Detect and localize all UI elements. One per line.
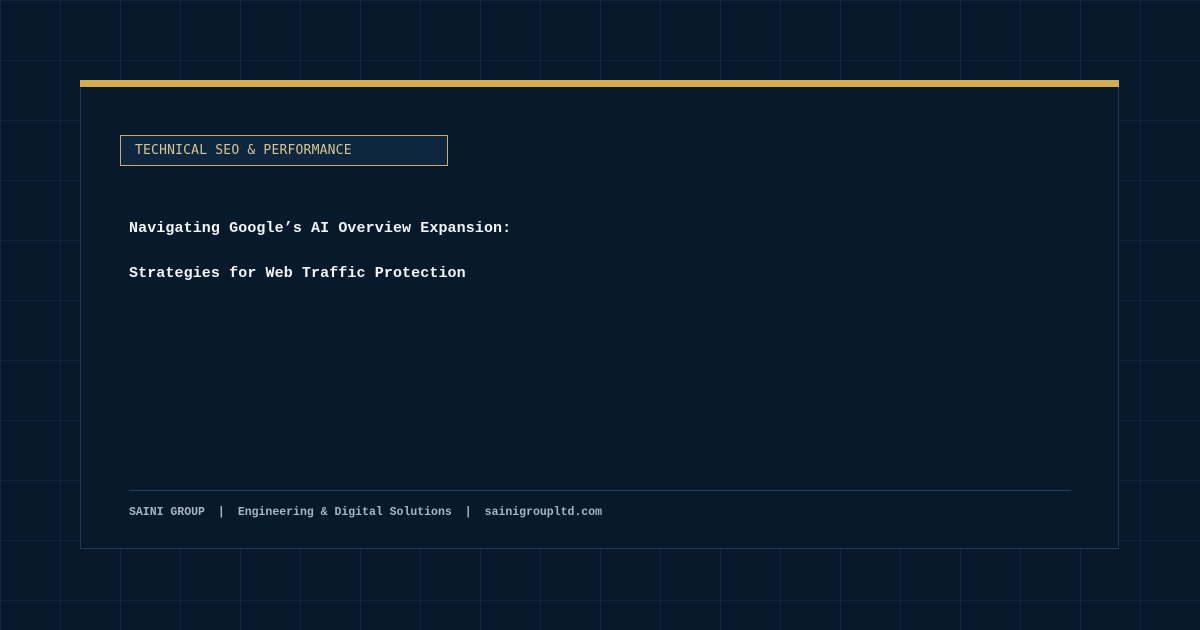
- title-line-1: Navigating Google’s AI Overview Expansio…: [129, 220, 512, 237]
- card-accent-bar: [80, 80, 1119, 87]
- footer: SAINI GROUP | Engineering & Digital Soluti…: [129, 505, 602, 521]
- footer-website-link[interactable]: sainigroupltd.com: [485, 506, 602, 519]
- article-card: TECHNICAL SEO & PERFORMANCE Navigating G…: [80, 80, 1119, 549]
- title-line-2: Strategies for Web Traffic Protection: [129, 265, 466, 282]
- footer-tagline: Engineering & Digital Solutions: [237, 506, 452, 519]
- footer-divider: [129, 490, 1071, 491]
- footer-separator: |: [464, 506, 472, 519]
- category-badge: TECHNICAL SEO & PERFORMANCE: [120, 135, 448, 166]
- footer-separator: |: [217, 506, 225, 519]
- footer-brand: SAINI GROUP: [129, 506, 205, 519]
